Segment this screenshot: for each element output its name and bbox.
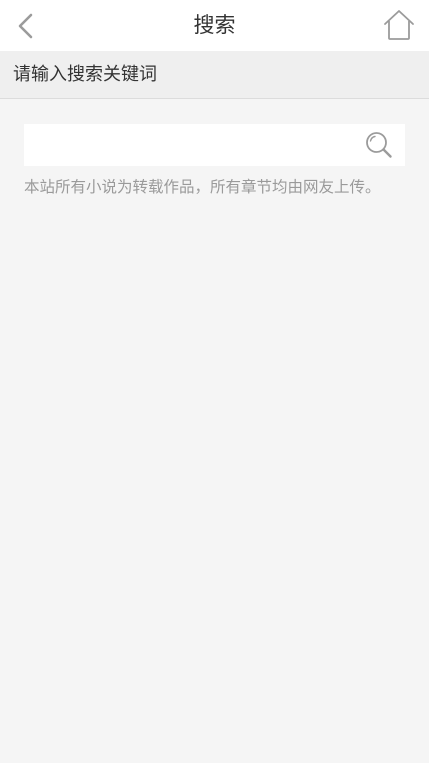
disclaimer-text: 本站所有小说为转载作品，所有章节均由网友上传。 [24, 178, 381, 196]
top-header: 搜索 [0, 0, 429, 51]
home-button[interactable] [381, 6, 417, 44]
back-button[interactable] [8, 8, 44, 44]
keyword-prompt-bar: 请输入搜索关键词 [0, 51, 429, 99]
search-box [24, 124, 405, 166]
search-icon [366, 132, 392, 158]
keyword-prompt-label: 请输入搜索关键词 [13, 64, 157, 85]
page-title: 搜索 [193, 13, 236, 37]
search-input[interactable] [24, 124, 359, 166]
home-icon [384, 10, 414, 40]
search-button[interactable] [363, 129, 395, 161]
chevron-left-icon [18, 13, 33, 39]
